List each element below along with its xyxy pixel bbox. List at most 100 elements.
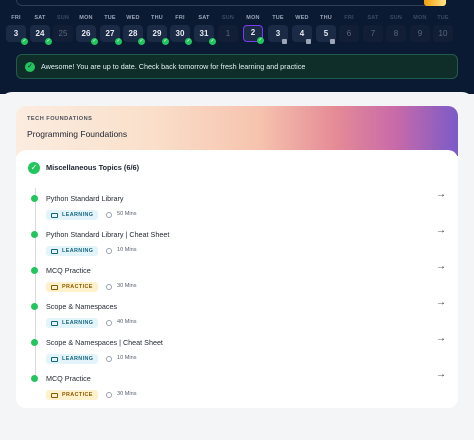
topic-duration: 30 Mins [117, 283, 137, 289]
day-name: FRI [11, 15, 21, 21]
lock-icon [282, 39, 287, 44]
topic-item[interactable]: Python Standard Library LEARNING 50 Mins… [16, 189, 458, 229]
clock-icon [106, 392, 112, 398]
day-name: FRI [344, 15, 354, 21]
completed-check-icon: ✓ [91, 38, 98, 45]
day-7[interactable]: FRI 30 ✓ [170, 14, 192, 45]
day-number: 29 ✓ [147, 25, 169, 45]
success-check-icon: ✓ [25, 62, 35, 72]
lock-icon [306, 39, 311, 44]
profile-avatar[interactable] [424, 0, 446, 6]
day-name: TUE [437, 15, 449, 21]
day-name: SUN [56, 15, 70, 21]
day-number: 10 [433, 25, 453, 42]
topic-name: Scope & Namespaces [46, 302, 118, 311]
clock-icon [106, 320, 112, 326]
topic-item[interactable]: MCQ Practice PRACTICE 30 Mins → [16, 261, 458, 301]
day-name: SUN [389, 15, 403, 21]
topic-item[interactable]: MCQ Practice PRACTICE 30 Mins → [16, 369, 458, 408]
day-name: FRI [175, 15, 185, 21]
type-badge: PRACTICE [46, 390, 98, 400]
topic-duration: 30 Mins [117, 391, 137, 397]
banner-message: Awesome! You are up to date. Check back … [41, 62, 306, 71]
day-name: TUE [272, 15, 284, 21]
completed-check-icon: ✓ [162, 38, 169, 45]
arrow-right-icon[interactable]: → [436, 369, 446, 380]
topic-item[interactable]: Scope & Namespaces LEARNING 40 Mins → [16, 297, 458, 337]
day-11[interactable]: TUE 3 [268, 14, 288, 44]
top-search-bar-edge [16, 0, 446, 6]
practice-icon [51, 284, 58, 290]
day-number: 30 ✓ [170, 25, 192, 45]
section-title[interactable]: Miscellaneous Topics (6/6) [46, 163, 139, 172]
day-15[interactable]: SAT 7 [363, 14, 383, 42]
day-number: 3 [268, 25, 288, 44]
section-complete-icon: ✓ [28, 162, 40, 174]
day-number: 4 [292, 25, 312, 44]
book-icon [51, 248, 58, 254]
day-2[interactable]: SUN 25 [53, 14, 73, 42]
day-number: 31 ✓ [194, 25, 216, 45]
topic-name: MCQ Practice [46, 374, 91, 383]
day-10-today[interactable]: MON 2 ✓ [243, 14, 264, 44]
day-17[interactable]: MON 9 [410, 14, 430, 42]
course-title: Programming Foundations [27, 129, 128, 139]
topic-name: MCQ Practice [46, 266, 91, 275]
book-icon [51, 356, 58, 362]
day-number: 8 [386, 25, 406, 42]
completed-dot-icon [31, 375, 38, 382]
day-4[interactable]: TUE 27 ✓ [100, 14, 122, 45]
practice-icon [51, 392, 58, 398]
completed-check-icon: ✓ [115, 38, 122, 45]
arrow-right-icon[interactable]: → [436, 297, 446, 308]
day-13[interactable]: THU 5 [316, 14, 336, 44]
arrow-right-icon[interactable]: → [436, 261, 446, 272]
topic-item[interactable]: Python Standard Library | Cheat Sheet LE… [16, 225, 458, 265]
day-9[interactable]: SUN 1 [218, 14, 238, 42]
day-number: 24 ✓ [30, 25, 52, 45]
day-name: MON [413, 15, 427, 21]
lock-icon [330, 39, 335, 44]
topic-duration: 10 Mins [117, 355, 137, 361]
day-5[interactable]: WED 28 ✓ [123, 14, 145, 45]
day-8[interactable]: SAT 31 ✓ [194, 14, 216, 45]
completed-check-icon: ✓ [21, 38, 28, 45]
course-card: TECH FOUNDATIONS Programming Foundations… [16, 106, 458, 408]
day-0[interactable]: FRI 3 ✓ [6, 14, 28, 45]
day-strip: FRI 3 ✓ SAT 24 ✓ SUN 25 MON 26 ✓ TUE 27 ✓ WED 28 ✓ … [0, 14, 474, 45]
day-number: 28 ✓ [123, 25, 145, 45]
completed-check-icon: ✓ [209, 38, 216, 45]
day-name: TUE [104, 15, 116, 21]
completed-check-icon: ✓ [185, 38, 192, 45]
day-16[interactable]: SUN 8 [386, 14, 406, 42]
day-name: SUN [221, 15, 235, 21]
arrow-right-icon[interactable]: → [436, 333, 446, 344]
day-number: 25 [53, 25, 73, 42]
book-icon [51, 212, 58, 218]
day-name: SAT [198, 15, 210, 21]
topic-name: Python Standard Library | Cheat Sheet [46, 230, 170, 239]
course-category: TECH FOUNDATIONS [27, 116, 93, 122]
topic-item[interactable]: Scope & Namespaces | Cheat Sheet LEARNIN… [16, 333, 458, 373]
day-3[interactable]: MON 26 ✓ [76, 14, 98, 45]
arrow-right-icon[interactable]: → [436, 189, 446, 200]
day-1[interactable]: SAT 24 ✓ [30, 14, 52, 45]
day-name: THU [151, 15, 163, 21]
completed-dot-icon [31, 195, 38, 202]
completed-dot-icon [31, 267, 38, 274]
type-badge: PRACTICE [46, 282, 98, 292]
day-18[interactable]: TUE 10 [433, 14, 453, 42]
completed-check-icon: ✓ [45, 38, 52, 45]
day-name: MON [79, 15, 93, 21]
completed-check-icon: ✓ [257, 37, 264, 44]
day-14[interactable]: FRI 6 [339, 14, 359, 42]
day-name: WED [126, 15, 140, 21]
clock-icon [106, 248, 112, 254]
day-number: 1 [218, 25, 238, 42]
arrow-right-icon[interactable]: → [436, 225, 446, 236]
topic-name: Python Standard Library [46, 194, 124, 203]
day-6[interactable]: THU 29 ✓ [147, 14, 169, 45]
book-icon [51, 320, 58, 326]
day-name: SAT [34, 15, 46, 21]
day-12[interactable]: WED 4 [292, 14, 312, 44]
